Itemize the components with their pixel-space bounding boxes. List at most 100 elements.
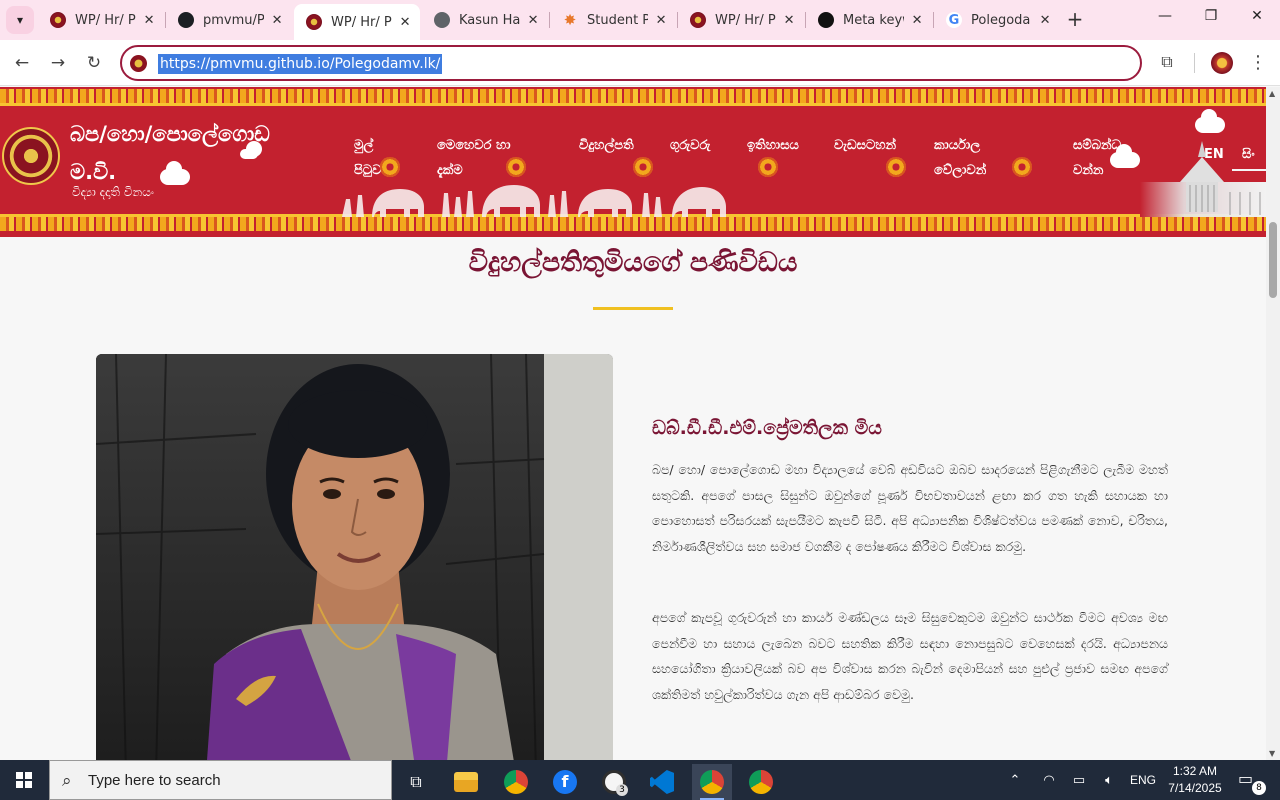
new-tab-button[interactable]: + — [1064, 9, 1086, 31]
tab-title: Student Pr — [587, 12, 649, 28]
browser-tab[interactable]: G Polegoda I ✕ — [934, 5, 1060, 35]
whatsapp-button[interactable]: 3 — [594, 764, 634, 800]
tab-title: pmvmu/Po — [203, 12, 265, 28]
notification-count: 8 — [1252, 781, 1266, 795]
show-hidden-icons-button[interactable]: ⌃ — [1004, 760, 1026, 800]
taskbar-search[interactable]: ⌕ Type here to search — [49, 760, 392, 800]
close-tab-icon[interactable]: ✕ — [270, 13, 284, 28]
browser-tab-active[interactable]: WP/ Hr/ Po ✕ — [294, 4, 420, 40]
lotus-icon — [506, 157, 526, 177]
task-view-icon: ⧉ — [410, 772, 422, 791]
language-indicator[interactable]: ENG — [1128, 760, 1158, 800]
chrome-alt-icon — [749, 770, 773, 794]
school-crest-logo[interactable] — [2, 127, 60, 185]
minimize-button[interactable]: — — [1150, 8, 1180, 32]
chrome-button[interactable] — [692, 764, 732, 800]
site-info-icon[interactable] — [130, 55, 147, 72]
browser-tab[interactable]: ✸ Student Pr ✕ — [550, 5, 676, 35]
lotus-icon — [380, 157, 400, 177]
close-tab-icon[interactable]: ✕ — [1038, 13, 1052, 28]
task-view-button[interactable]: ⧉ — [396, 764, 436, 800]
nav-contact[interactable]: සම්බන්ධ වන්න — [1073, 133, 1137, 183]
address-bar[interactable]: https://pmvmu.github.io/Polegodamv.lk/ — [120, 45, 1142, 81]
browser-menu-icon[interactable]: ⋮ — [1249, 52, 1267, 74]
cloud-decoration — [240, 141, 262, 159]
close-window-button[interactable]: ✕ — [1242, 8, 1272, 32]
temple-illustration — [1140, 141, 1266, 217]
browser-tab[interactable]: WP/ Hr/ Po ✕ — [38, 5, 164, 35]
browser-tab[interactable]: Meta keyw ✕ — [806, 5, 932, 35]
site-header: බප/හො/පොලේගොඩ ම.වි. විද්‍යා දදාති විනයං … — [0, 87, 1266, 237]
browser-tab[interactable]: Kasun Hari ✕ — [422, 5, 548, 35]
close-tab-icon[interactable]: ✕ — [910, 13, 924, 28]
page-viewport: බප/හො/පොලේගොඩ ම.වි. විද්‍යා දදාති විනයං … — [0, 87, 1266, 760]
battery-icon[interactable]: ▭ — [1068, 760, 1090, 800]
google-icon: G — [946, 12, 962, 28]
lotus-icon — [1012, 157, 1032, 177]
chrome-profile-a-button[interactable] — [496, 764, 536, 800]
facebook-button[interactable]: f — [545, 764, 585, 800]
chrome-icon — [700, 770, 724, 794]
back-button[interactable]: ← — [10, 51, 34, 75]
tab-search-button[interactable]: ▾ — [6, 6, 34, 34]
nav-office-hours[interactable]: කාර්යාල වේලාවන් — [934, 133, 1004, 183]
maximize-button[interactable]: ❐ — [1196, 8, 1226, 32]
close-tab-icon[interactable]: ✕ — [782, 13, 796, 28]
principal-photo — [96, 354, 613, 760]
system-clock[interactable]: 1:32 AM 7/14/2025 — [1160, 763, 1230, 797]
clock-time: 1:32 AM — [1172, 764, 1218, 778]
profile-avatar[interactable] — [1211, 52, 1233, 74]
vscode-button[interactable] — [642, 764, 682, 800]
close-tab-icon[interactable]: ✕ — [654, 13, 668, 28]
message-paragraph: බප/ හො/ පොලේගොඩ මහා විද්‍යාලයේ වෙබ් අඩවි… — [652, 462, 1168, 554]
nav-programs[interactable]: වැඩසටහන් — [834, 133, 914, 158]
elephant-procession-illustration — [342, 185, 726, 217]
site-motto: විද්‍යා දදාති විනයං — [72, 185, 154, 199]
nav-teachers[interactable]: ගුරුවරු — [670, 133, 730, 158]
close-tab-icon[interactable]: ✕ — [526, 13, 540, 28]
vscode-icon — [650, 770, 674, 794]
scroll-down-icon[interactable]: ▼ — [1269, 749, 1275, 758]
nav-mission-vision[interactable]: මෙහෙවර හා දැක්ම — [437, 133, 521, 183]
start-button[interactable] — [0, 760, 48, 800]
nav-principal[interactable]: විදුහල්පති — [579, 133, 649, 158]
scrollbar-thumb[interactable] — [1269, 222, 1277, 298]
tab-title: WP/ Hr/ Po — [75, 12, 136, 28]
close-tab-icon[interactable]: ✕ — [398, 15, 412, 30]
search-placeholder: Type here to search — [88, 772, 221, 789]
close-tab-icon[interactable]: ✕ — [142, 13, 156, 28]
meta-icon — [818, 12, 834, 28]
tab-title: WP/ Hr/ Po — [331, 14, 392, 30]
crest-icon — [690, 12, 706, 28]
file-explorer-button[interactable] — [446, 764, 486, 800]
crest-icon — [306, 14, 322, 30]
lotus-icon — [633, 157, 653, 177]
tab-title: WP/ Hr/ Po — [715, 12, 776, 28]
decorative-border — [0, 214, 1266, 231]
cloud-decoration — [160, 161, 190, 185]
nav-history[interactable]: ඉතිහාසය — [747, 133, 817, 158]
chevron-up-icon: ⌃ — [1009, 772, 1021, 788]
page-scrollbar[interactable]: ▲ ▼ — [1266, 87, 1280, 760]
volume-icon[interactable]: 🔈︎ — [1098, 760, 1120, 800]
message-paragraph: අපගේ කැපවූ ගුරුවරුන් හා කාර්ය මණ්ඩලය සෑම… — [652, 610, 1168, 702]
file-explorer-icon — [454, 772, 478, 792]
browser-tab[interactable]: WP/ Hr/ Po ✕ — [678, 5, 804, 35]
chrome-alt-button[interactable] — [741, 764, 781, 800]
search-icon: ⌕ — [62, 771, 72, 791]
browser-tab[interactable]: pmvmu/Po ✕ — [166, 5, 292, 35]
principal-name: ඩබ්.ඩී.ඩී.එම්.ප්‍රේමතිලක මිය — [652, 417, 882, 439]
reload-button[interactable]: ↻ — [82, 51, 106, 75]
wifi-icon[interactable]: ◠ — [1038, 760, 1060, 800]
forward-button[interactable]: → — [46, 51, 70, 75]
clock-date: 7/14/2025 — [1168, 781, 1222, 795]
scroll-up-icon[interactable]: ▲ — [1269, 89, 1275, 98]
browser-toolbar: ← → ↻ https://pmvmu.github.io/Polegodamv… — [0, 40, 1280, 86]
lotus-icon — [758, 157, 778, 177]
cloud-decoration — [1195, 109, 1225, 133]
extensions-icon[interactable]: ⧉ — [1156, 52, 1178, 74]
notification-center-button[interactable]: ▭ 8 — [1238, 769, 1266, 795]
chevron-down-icon: ▾ — [16, 13, 24, 27]
url-text[interactable]: https://pmvmu.github.io/Polegodamv.lk/ — [158, 54, 443, 74]
tab-title: Meta keyw — [843, 12, 904, 28]
